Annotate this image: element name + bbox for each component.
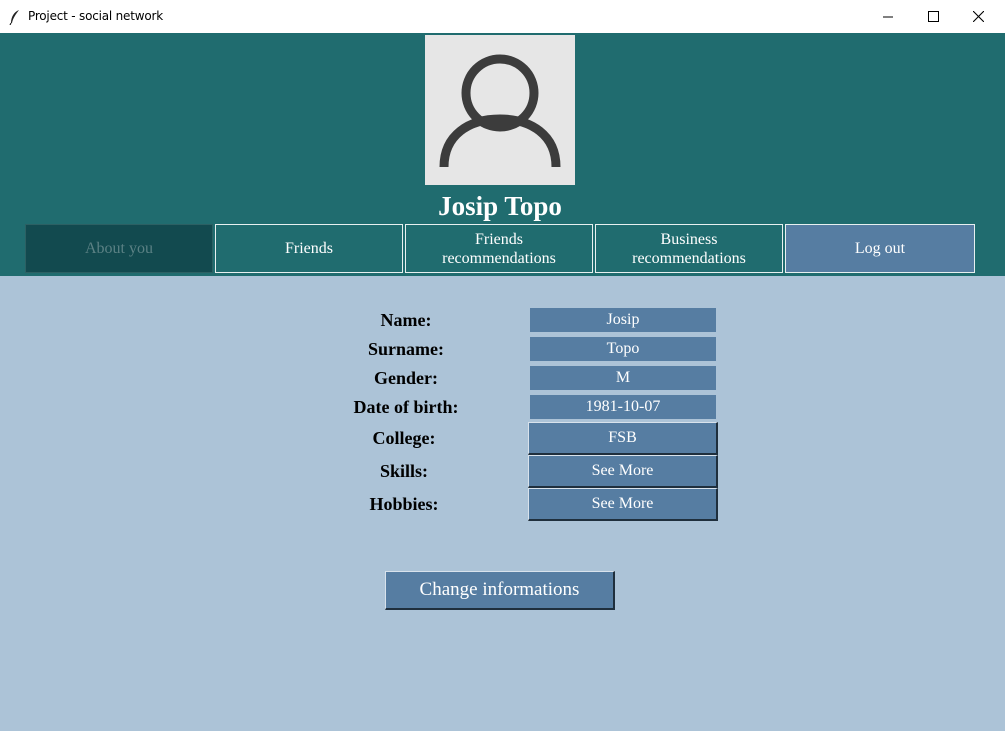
minimize-button[interactable] xyxy=(865,0,911,33)
name-value: Josip xyxy=(530,308,716,332)
gender-value: M xyxy=(530,366,716,390)
minimize-icon xyxy=(883,7,893,26)
surname-label: Surname: xyxy=(368,339,444,359)
window-title: Project - social network xyxy=(28,9,163,23)
tab-friends[interactable]: Friends xyxy=(215,224,403,273)
gender-label: Gender: xyxy=(374,368,438,388)
tab-friends-recommendations[interactable]: Friends recommendations xyxy=(405,224,593,273)
close-icon xyxy=(972,7,984,26)
college-label: College: xyxy=(372,428,436,448)
profile-name: Josip Topo xyxy=(438,191,562,221)
skills-label: Skills: xyxy=(379,461,429,481)
skills-see-more-button[interactable]: See More xyxy=(528,455,718,488)
user-avatar-icon xyxy=(425,35,575,185)
surname-value: Topo xyxy=(530,337,716,361)
feather-icon xyxy=(8,9,22,26)
profile-header: Josip Topo About you Friends Friends rec… xyxy=(0,33,1005,276)
tab-about-you[interactable]: About you xyxy=(25,224,213,273)
date-of-birth-label: Date of birth: xyxy=(353,397,459,417)
logout-button[interactable]: Log out xyxy=(785,224,975,273)
name-label: Name: xyxy=(380,310,432,330)
change-informations-button[interactable]: Change informations xyxy=(385,571,615,610)
close-button[interactable] xyxy=(955,0,1001,33)
date-of-birth-value: 1981-10-07 xyxy=(530,395,716,419)
hobbies-see-more-button[interactable]: See More xyxy=(528,488,718,521)
hobbies-label: Hobbies: xyxy=(369,494,439,514)
window-titlebar: Project - social network xyxy=(0,0,1005,34)
tab-business-recommendations[interactable]: Business recommendations xyxy=(595,224,783,273)
maximize-icon xyxy=(927,7,939,26)
college-button[interactable]: FSB xyxy=(528,422,718,455)
maximize-button[interactable] xyxy=(910,0,956,33)
